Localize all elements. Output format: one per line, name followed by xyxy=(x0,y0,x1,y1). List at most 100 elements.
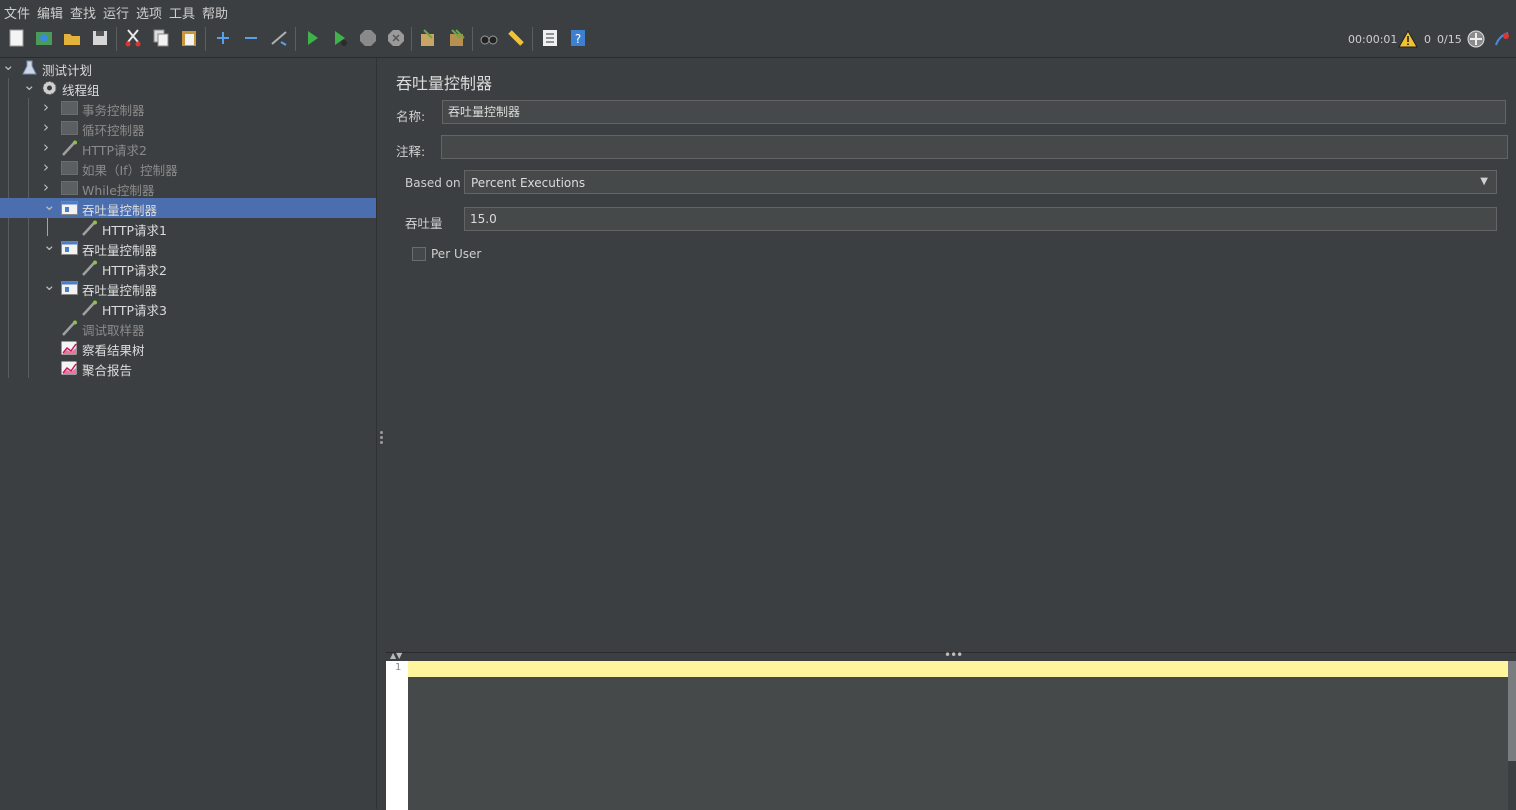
based-on-select[interactable]: Percent Executions ▼ xyxy=(464,170,1497,194)
toolbar: ? 00:00:01 0 0/15 xyxy=(0,21,1516,58)
start-icon[interactable] xyxy=(301,27,323,49)
tree-item-label: While控制器 xyxy=(82,183,155,198)
line-gutter: 1 xyxy=(386,661,408,810)
code-editor[interactable] xyxy=(408,661,1508,810)
shutdown-icon[interactable] xyxy=(385,27,407,49)
help-icon[interactable]: ? xyxy=(567,27,589,49)
paste-icon[interactable] xyxy=(178,27,200,49)
chevron-right-icon[interactable]: › xyxy=(43,158,49,176)
pane-grip[interactable]: ••• xyxy=(944,648,963,662)
comment-label: 注释: xyxy=(396,144,426,159)
warning-icon[interactable] xyxy=(1397,28,1419,50)
menu-edit[interactable]: 编辑 xyxy=(37,3,63,22)
menu-tools[interactable]: 工具 xyxy=(169,3,195,22)
cut-icon[interactable] xyxy=(122,27,144,49)
warning-count: 0 xyxy=(1424,33,1431,46)
comment-field[interactable] xyxy=(441,135,1508,159)
menu-options[interactable]: 选项 xyxy=(136,3,162,22)
chevron-down-icon[interactable]: ⌄ xyxy=(43,196,56,214)
split-grip xyxy=(380,431,383,434)
clear-icon[interactable] xyxy=(417,27,439,49)
menu-file[interactable]: 文件 xyxy=(4,3,30,22)
tree-item[interactable]: ⌄ 线程组 xyxy=(0,76,376,98)
tree-item[interactable]: ⌄ 吞吐量控制器 xyxy=(0,196,376,218)
stop-icon[interactable] xyxy=(357,27,379,49)
chart-icon xyxy=(61,340,78,356)
tree-item[interactable]: HTTP请求1 xyxy=(0,218,376,238)
reset-search-icon[interactable] xyxy=(506,27,528,49)
pipette-icon xyxy=(81,220,98,236)
templates-icon[interactable] xyxy=(33,27,55,49)
tree-item[interactable]: › HTTP请求2 xyxy=(0,138,376,158)
throughput-icon xyxy=(61,280,78,296)
tree-item[interactable]: ⌄ 吞吐量控制器 xyxy=(0,236,376,258)
new-icon[interactable] xyxy=(6,27,28,49)
tree-item[interactable]: 调试取样器 xyxy=(0,318,376,338)
collapse-icon[interactable] xyxy=(240,27,262,49)
tree-item-label: 测试计划 xyxy=(42,63,93,78)
per-user-label: Per User xyxy=(431,247,482,261)
throughput-field[interactable]: 15.0 xyxy=(464,207,1497,231)
vertical-scrollbar[interactable] xyxy=(1508,661,1516,761)
tree-item-label: HTTP请求2 xyxy=(102,263,167,278)
tree-item-label: 吞吐量控制器 xyxy=(82,243,158,258)
tree-item-label: 察看结果树 xyxy=(82,343,145,358)
controller-icon xyxy=(61,180,78,196)
search-icon[interactable] xyxy=(478,27,500,49)
open-icon[interactable] xyxy=(61,27,83,49)
toggle-icon[interactable] xyxy=(268,27,290,49)
expand-icon[interactable] xyxy=(212,27,234,49)
menu-run[interactable]: 运行 xyxy=(103,3,129,22)
log-viewer-icon[interactable] xyxy=(1491,28,1513,50)
clear-all-icon[interactable] xyxy=(446,27,468,49)
throughput-icon xyxy=(61,200,78,216)
copy-icon[interactable] xyxy=(150,27,172,49)
tree-item-label: 调试取样器 xyxy=(82,323,145,338)
split-grip xyxy=(380,441,383,444)
function-helper-icon[interactable] xyxy=(539,27,561,49)
chevron-down-icon[interactable]: ⌄ xyxy=(43,276,56,294)
tree-item[interactable]: 察看结果树 xyxy=(0,338,376,358)
tree-item-label: HTTP请求3 xyxy=(102,303,167,318)
pipette-icon xyxy=(81,260,98,276)
tree-item[interactable]: › While控制器 xyxy=(0,178,376,198)
chevron-down-icon[interactable]: ⌄ xyxy=(23,76,36,94)
chevron-right-icon[interactable]: › xyxy=(43,138,49,156)
chevron-down-icon[interactable]: ⌄ xyxy=(43,236,56,254)
line-number: 1 xyxy=(395,662,402,673)
tree-item[interactable]: › 如果（If）控制器 xyxy=(0,158,376,178)
menu-help[interactable]: 帮助 xyxy=(202,3,228,22)
pipette-icon xyxy=(81,300,98,316)
tree-item-label: 聚合报告 xyxy=(82,363,133,378)
tree-item-label: 线程组 xyxy=(62,83,100,98)
tree-item-label: HTTP请求2 xyxy=(82,143,147,158)
per-user-checkbox[interactable] xyxy=(412,247,426,261)
throughput-icon xyxy=(61,240,78,256)
tree-item[interactable]: › 循环控制器 xyxy=(0,118,376,138)
chevron-right-icon[interactable]: › xyxy=(43,178,49,196)
start-no-pause-icon[interactable] xyxy=(329,27,351,49)
controller-icon xyxy=(61,120,78,136)
flask-icon xyxy=(21,60,38,76)
tree-item[interactable]: HTTP请求2 xyxy=(0,258,376,278)
panel-title: 吞吐量控制器 xyxy=(396,74,493,93)
save-icon[interactable] xyxy=(89,27,111,49)
svg-text:?: ? xyxy=(575,32,581,46)
tree-item[interactable]: ⌄ 测试计划 xyxy=(0,56,376,78)
chevron-right-icon[interactable]: › xyxy=(43,118,49,136)
remote-icon[interactable] xyxy=(1465,28,1487,50)
tree-item-label: 事务控制器 xyxy=(82,103,145,118)
tree-item-label: HTTP请求1 xyxy=(102,223,167,238)
name-field[interactable]: 吞吐量控制器 xyxy=(442,100,1506,124)
tree-item[interactable]: ⌄ 吞吐量控制器 xyxy=(0,276,376,298)
chevron-down-icon[interactable]: ⌄ xyxy=(2,56,15,74)
tree-item[interactable]: 聚合报告 xyxy=(0,358,376,378)
tree-item[interactable]: › 事务控制器 xyxy=(0,98,376,118)
tree-item[interactable]: HTTP请求3 xyxy=(0,298,376,318)
collapse-arrows-icon[interactable]: ▲▼ xyxy=(390,651,402,660)
tree-item-label: 吞吐量控制器 xyxy=(82,203,158,218)
chevron-right-icon[interactable]: › xyxy=(43,98,49,116)
chevron-down-icon: ▼ xyxy=(1480,176,1488,187)
based-on-label: Based on xyxy=(405,176,461,190)
menu-search[interactable]: 查找 xyxy=(70,3,96,22)
